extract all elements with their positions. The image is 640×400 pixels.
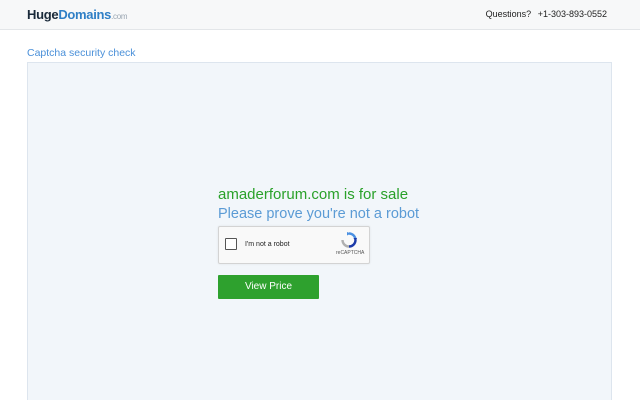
contact-info: Questions? +1-303-893-0552 (486, 9, 607, 19)
view-price-button[interactable]: View Price (218, 275, 319, 299)
sale-subtitle: Please prove you're not a robot (218, 206, 420, 222)
recaptcha-label: I'm not a robot (245, 241, 290, 248)
hugedomains-logo[interactable]: HugeDomains.com (27, 7, 128, 22)
recaptcha-logo-icon (341, 232, 357, 248)
sale-title: amaderforum.com is for sale (218, 186, 409, 203)
recaptcha-widget: I'm not a robot reCAPTCHA (218, 226, 370, 264)
logo-tld-text: .com (111, 12, 128, 21)
site-header: HugeDomains.com Questions? +1-303-893-05… (0, 0, 640, 30)
section-title: Captcha security check (27, 47, 136, 59)
phone-number[interactable]: +1-303-893-0552 (538, 9, 607, 19)
questions-label: Questions? (485, 9, 532, 19)
recaptcha-brand: reCAPTCHA (336, 250, 365, 256)
logo-huge-text: Huge (27, 7, 59, 22)
recaptcha-checkbox[interactable] (225, 238, 237, 250)
logo-domains-text: Domains (58, 7, 112, 22)
